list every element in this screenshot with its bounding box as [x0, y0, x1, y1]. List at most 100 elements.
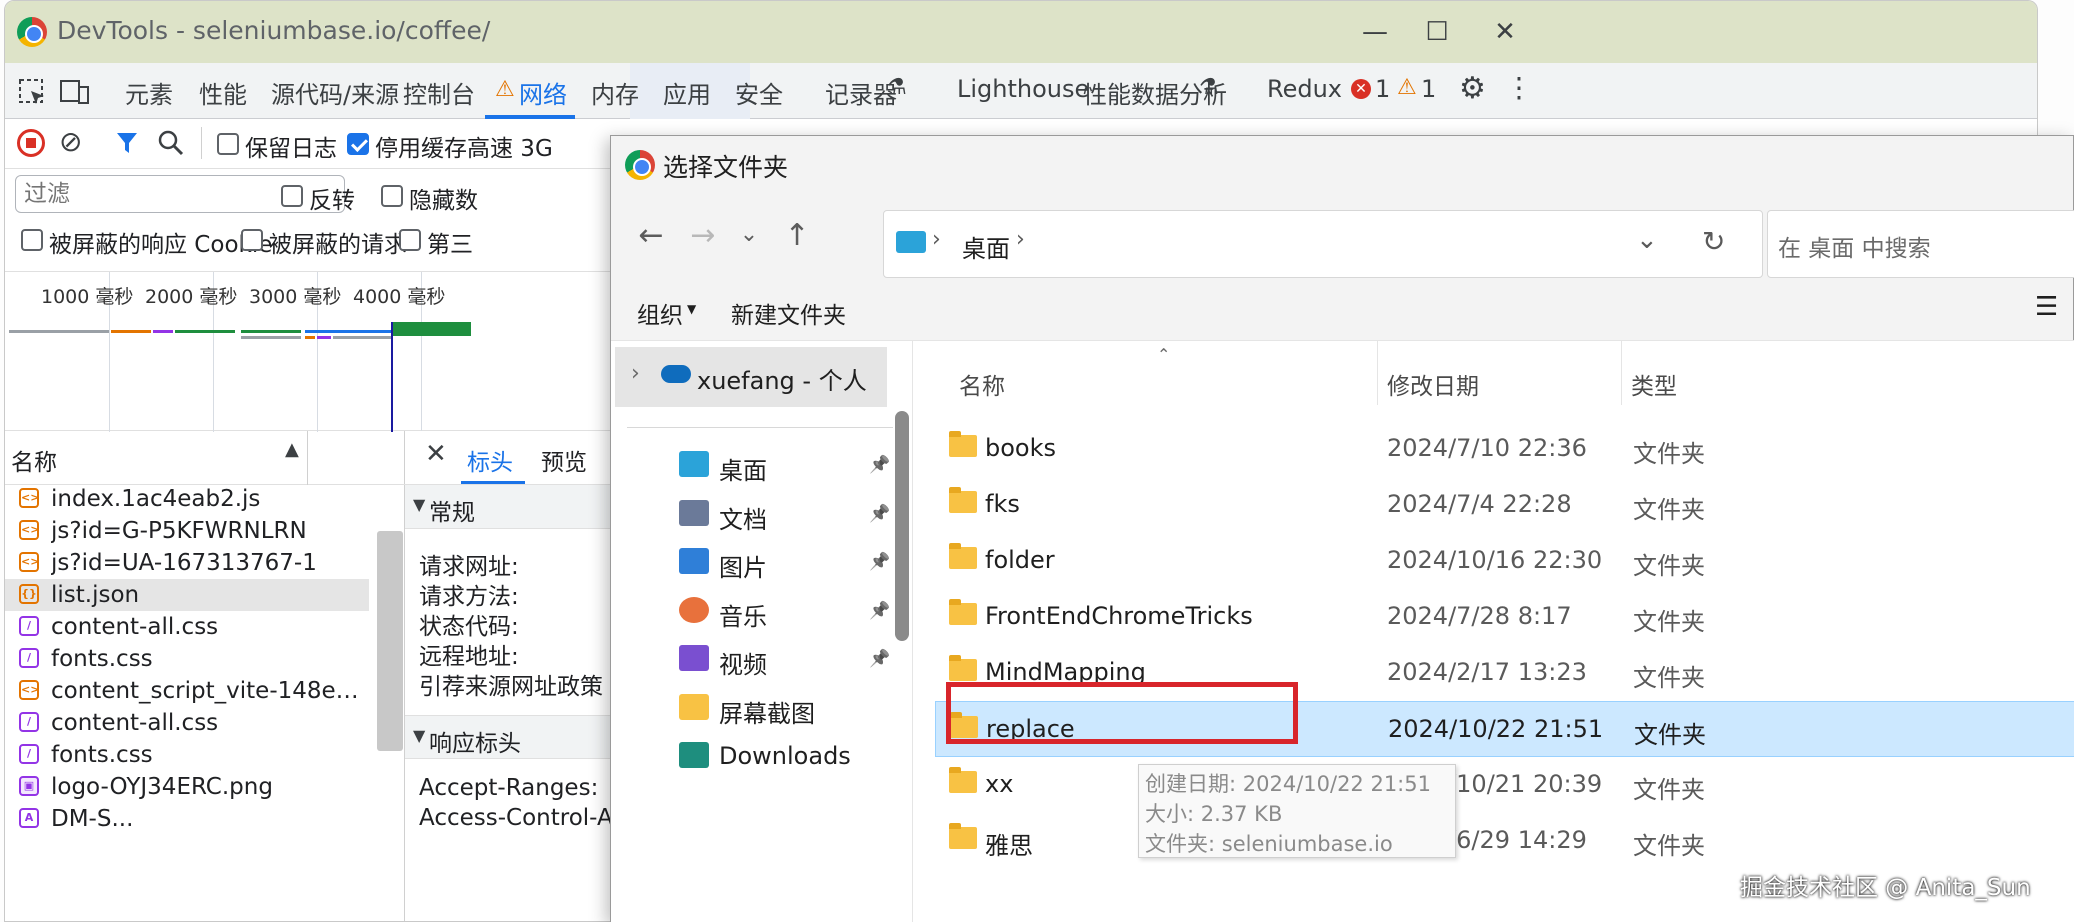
nav-item[interactable]: 文档 📌 — [651, 490, 891, 540]
request-row[interactable]: <> content_script_vite-148e362... — [5, 675, 371, 707]
search-desktop-box[interactable]: 在 桌面 中搜索 — [1767, 210, 2074, 278]
tab-sources[interactable]: 源代码/来源 — [271, 75, 399, 110]
warning-icon[interactable]: ⚠ — [1397, 75, 1417, 100]
request-row[interactable]: ▣ logo-OYJ34ERC.png — [5, 771, 369, 803]
navigation-pane: › xuefang - 个人 桌面 📌 文档 📌 图片 📌 音乐 📌 视频 📌 屏幕截图 Downlo… — [611, 341, 913, 922]
request-row[interactable]: {} list.json — [5, 579, 369, 611]
back-arrow-icon[interactable]: ← — [631, 218, 671, 253]
name-column-header[interactable]: 名称 — [11, 443, 57, 477]
request-method-label: 请求方法: — [419, 584, 519, 610]
tab-console[interactable]: 控制台 — [403, 75, 475, 110]
invert-checkbox[interactable] — [281, 185, 303, 207]
hide-data-urls-checkbox[interactable] — [381, 185, 403, 207]
tab-application[interactable]: 应用 — [663, 75, 711, 110]
tab-performance[interactable]: 性能 — [199, 75, 247, 110]
organize-dropdown-icon[interactable]: ▼ — [687, 302, 696, 316]
recent-locations-chevron-icon[interactable]: ⌄ — [729, 222, 769, 247]
address-dropdown-chevron-icon[interactable]: ⌄ — [1636, 225, 1658, 255]
type-column-header[interactable]: 类型 — [1631, 367, 1677, 401]
request-row[interactable]: / content-all.css — [5, 707, 369, 739]
blocked-cookies-checkbox[interactable] — [21, 229, 43, 251]
file-row[interactable]: folder 2024/10/16 22:30 文件夹 — [935, 533, 2074, 589]
request-row[interactable]: / fonts.css — [5, 643, 369, 675]
blocked-requests-checkbox[interactable] — [241, 229, 263, 251]
breadcrumb-chevron-icon[interactable]: › — [1016, 227, 1025, 252]
tab-security[interactable]: 安全 — [735, 75, 783, 110]
pin-icon[interactable]: 📌 — [869, 649, 890, 669]
device-toolbar-icon[interactable] — [59, 77, 91, 107]
maximize-button[interactable]: ☐ — [1415, 11, 1459, 53]
pin-icon[interactable]: 📌 — [869, 455, 890, 475]
onedrive-item[interactable]: › xuefang - 个人 — [615, 347, 887, 407]
tab-network[interactable]: 网络 — [519, 75, 567, 110]
third-party-label: 第三 — [427, 232, 473, 258]
request-row[interactable]: A DM-S... — [5, 803, 369, 835]
file-row[interactable]: 雅思 2024/6/29 14:29 文件夹 — [935, 813, 2074, 869]
tab-redux[interactable]: Redux — [1267, 75, 1342, 103]
error-count[interactable]: 1 — [1375, 75, 1390, 103]
pin-icon[interactable]: 📌 — [869, 504, 890, 524]
tab-elements[interactable]: 元素 — [125, 75, 173, 110]
tab-memory[interactable]: 内存 — [591, 75, 639, 110]
organize-menu[interactable]: 组织 — [637, 296, 683, 330]
warning-count[interactable]: 1 — [1421, 75, 1436, 103]
minimize-button[interactable]: — — [1353, 11, 1397, 53]
response-headers-section[interactable]: ▼ 响应标头 — [405, 715, 625, 759]
new-folder-button[interactable]: 新建文件夹 — [731, 296, 846, 330]
more-options-icon[interactable]: ⋮ — [1505, 71, 1533, 104]
throttle-select[interactable]: 高速 3G — [467, 129, 553, 163]
network-timeline-overview[interactable]: 1000 毫秒 2000 毫秒 3000 毫秒 4000 毫秒 — [5, 271, 615, 432]
address-box[interactable]: › 桌面 › ⌄ ↻ — [883, 210, 1763, 278]
close-detail-icon[interactable]: ✕ — [425, 439, 447, 469]
general-section-header[interactable]: ▼ 常规 — [405, 485, 625, 529]
file-row[interactable]: FrontEndChromeTricks 2024/7/28 8:17 文件夹 — [935, 589, 2074, 645]
request-row[interactable]: <> js?id=UA-167313767-1 — [5, 547, 369, 579]
nav-item[interactable]: 视频 📌 — [651, 635, 891, 685]
sort-up-icon[interactable]: ▲ — [285, 439, 299, 460]
pin-icon[interactable]: 📌 — [869, 552, 890, 572]
disable-cache-checkbox[interactable] — [347, 133, 369, 155]
file-modified-date: 2024/2/17 13:23 — [1387, 658, 1587, 686]
request-row[interactable]: / content-all.css — [5, 611, 369, 643]
request-row[interactable]: <> js?id=G-P5KFWRNLRN — [5, 515, 369, 547]
third-party-checkbox[interactable] — [399, 229, 421, 251]
nav-item[interactable]: Downloads — [651, 732, 891, 782]
preserve-log-checkbox[interactable] — [217, 133, 239, 155]
timeline-bar — [391, 322, 471, 336]
clear-icon[interactable]: ⊘ — [59, 125, 82, 158]
expand-chevron-icon[interactable]: › — [631, 361, 640, 386]
file-row[interactable]: books 2024/7/10 22:36 文件夹 — [935, 421, 2074, 477]
tab-lighthouse[interactable]: Lighthouse — [957, 75, 1089, 103]
nav-item[interactable]: 音乐 📌 — [651, 587, 891, 637]
search-icon[interactable] — [157, 129, 185, 157]
name-column-header[interactable]: 名称 — [959, 367, 1005, 401]
nav-item[interactable]: 屏幕截图 — [651, 684, 891, 734]
error-icon[interactable]: ✕ — [1351, 79, 1371, 99]
pin-icon[interactable]: 📌 — [869, 601, 890, 621]
nav-item[interactable]: 桌面 📌 — [651, 441, 891, 491]
request-name: DM-S... — [51, 806, 134, 832]
nav-pane-scrollbar[interactable] — [895, 411, 909, 641]
breadcrumb-desktop[interactable]: 桌面 — [962, 229, 1010, 264]
file-row[interactable]: fks 2024/7/4 22:28 文件夹 — [935, 477, 2074, 533]
breadcrumb-chevron-icon[interactable]: › — [932, 227, 941, 252]
remote-address-label: 远程地址: — [419, 644, 519, 670]
filter-funnel-icon[interactable] — [115, 131, 139, 155]
file-row[interactable]: xx 2024/10/21 20:39 文件夹 — [935, 757, 2074, 813]
address-bar-row: ← → ⌄ ↑ › 桌面 › ⌄ ↻ 在 桌面 中搜索 — [611, 194, 2074, 280]
close-window-button[interactable]: ✕ — [1483, 11, 1527, 53]
forward-arrow-icon[interactable]: → — [683, 218, 723, 253]
refresh-icon[interactable]: ↻ — [1702, 225, 1725, 258]
date-column-header[interactable]: 修改日期 — [1387, 367, 1479, 401]
request-row[interactable]: / fonts.css — [5, 739, 369, 771]
tab-headers[interactable]: 标头 — [467, 443, 513, 477]
record-stop-icon[interactable] — [17, 129, 45, 157]
request-row[interactable]: <> index.1ac4eab2.js — [5, 483, 369, 515]
inspect-element-icon[interactable] — [17, 77, 47, 107]
request-list-scrollbar[interactable] — [377, 531, 403, 751]
up-folder-arrow-icon[interactable]: ↑ — [777, 218, 817, 253]
nav-item[interactable]: 图片 📌 — [651, 538, 891, 588]
view-options-icon[interactable]: ☰ — [2035, 292, 2058, 322]
settings-gear-icon[interactable]: ⚙ — [1459, 71, 1486, 106]
tab-preview[interactable]: 预览 — [541, 443, 587, 477]
